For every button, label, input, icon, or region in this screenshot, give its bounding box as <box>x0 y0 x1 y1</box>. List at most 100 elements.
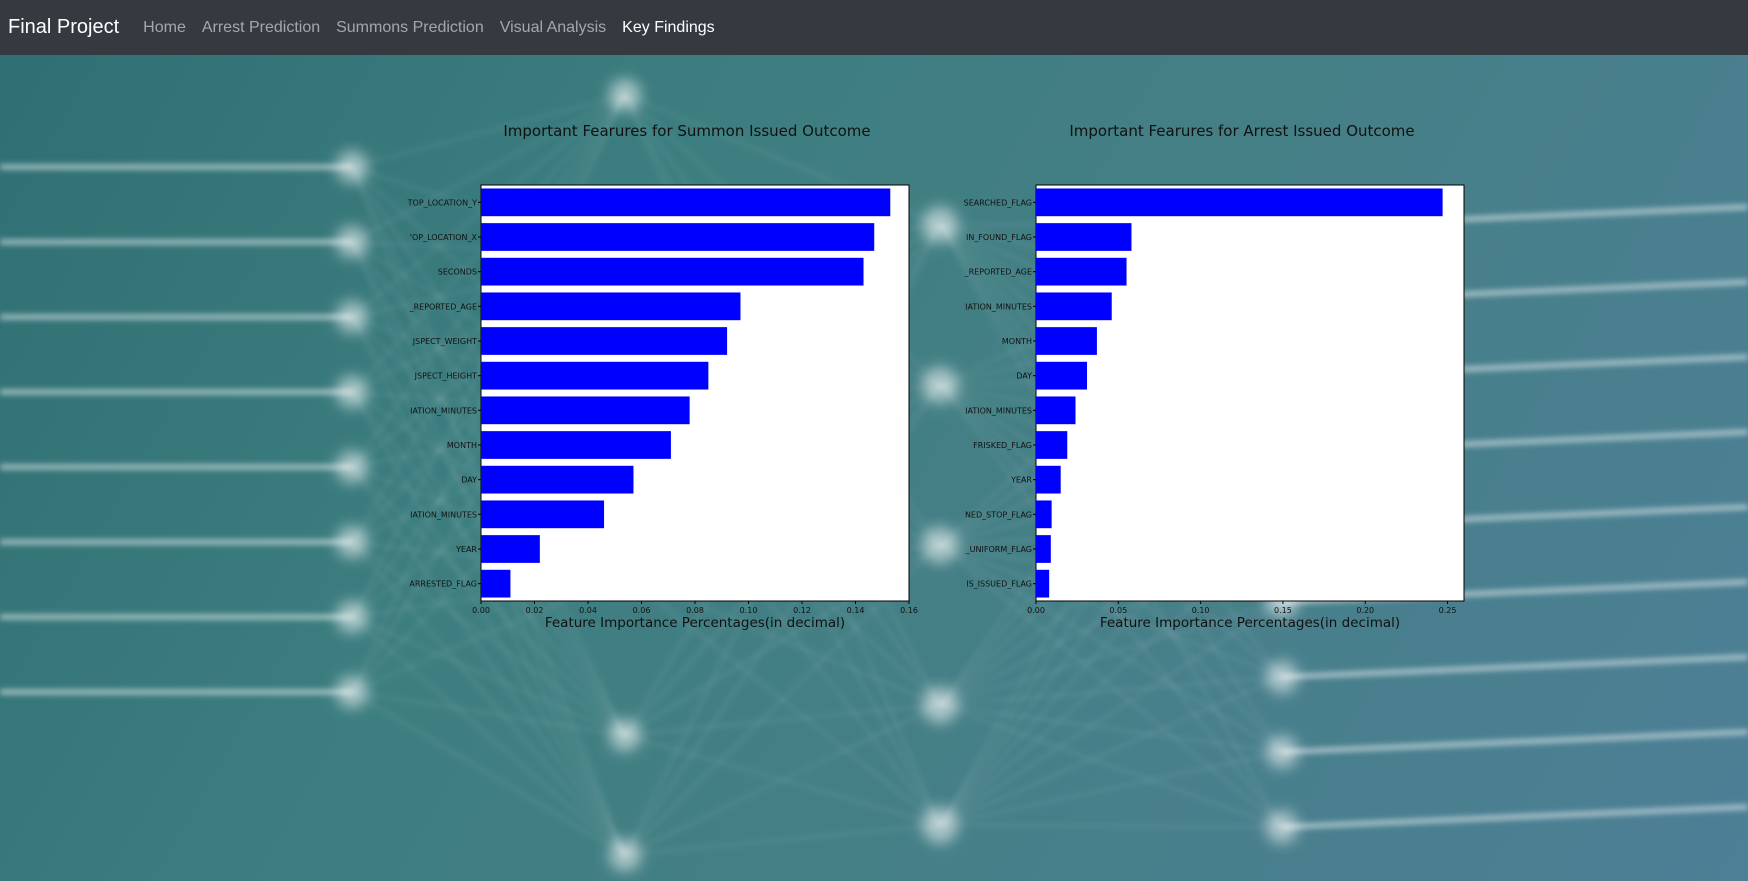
y-tick-label-4: JSPECT_WEIGHT <box>412 337 477 346</box>
bg-mesh-120 <box>939 676 1283 826</box>
y-tick-label-8: YEAR <box>1010 476 1032 485</box>
y-tick-label-0: TOP_LOCATION_Y <box>407 198 477 207</box>
nav-summons-prediction[interactable]: Summons Prediction <box>336 19 484 37</box>
x-tick-label-8: 0.16 <box>900 606 918 615</box>
y-tick-label-1: 'OP_LOCATION_X <box>410 233 478 242</box>
y-tick-label-9: NED_STOP_FLAG <box>965 510 1032 519</box>
bar-1 <box>1036 223 1132 251</box>
bg-mesh-76 <box>624 704 941 856</box>
y-tick-label-3: IATION_MINUTES <box>965 302 1032 311</box>
arrest-feature-importance-chart: Important Fearures for Arrest Issued Out… <box>935 55 1495 655</box>
y-tick-label-5: DAY <box>1016 372 1032 381</box>
nav-visual-analysis[interactable]: Visual Analysis <box>500 19 606 37</box>
nav-arrest-prediction[interactable]: Arrest Prediction <box>202 19 320 37</box>
bar-2 <box>481 257 864 286</box>
y-tick-label-11: IS_ISSUED_FLAG <box>966 580 1032 589</box>
chart-title: Important Fearures for Summon Issued Out… <box>503 122 870 140</box>
y-tick-label-2: _REPORTED_AGE <box>964 268 1032 277</box>
bg-node-mid-5 <box>609 839 641 871</box>
bg-node-left-5 <box>336 526 368 558</box>
bar-5 <box>1036 361 1088 390</box>
x-tick-label-6: 0.12 <box>793 606 811 615</box>
summons-chart-svg: Important Fearures for Summon Issued Out… <box>407 122 918 631</box>
bg-mesh-111 <box>939 676 1283 706</box>
y-tick-label-7: MONTH <box>447 441 477 450</box>
bg-node-mid-4 <box>609 719 641 751</box>
bar-10 <box>1036 535 1051 563</box>
x-tick-label-0: 0.00 <box>1027 606 1045 615</box>
bar-4 <box>1036 327 1097 355</box>
bar-6 <box>1036 396 1076 425</box>
bar-3 <box>1036 292 1112 321</box>
nav-key-findings[interactable]: Key Findings <box>622 19 715 37</box>
bar-1 <box>481 223 875 251</box>
y-tick-label-6: IATION_MINUTES <box>965 406 1032 415</box>
y-tick-label-10: YEAR <box>455 545 477 554</box>
bg-node-left-2 <box>336 301 368 333</box>
y-tick-label-10: _UNIFORM_FLAG <box>965 545 1032 554</box>
bg-node-left-7 <box>336 676 368 708</box>
y-tick-label-11: ARRESTED_FLAG <box>409 580 477 589</box>
y-tick-label-9: IATION_MINUTES <box>410 510 477 519</box>
bar-4 <box>481 327 728 355</box>
x-tick-label-2: 0.04 <box>579 606 597 615</box>
y-tick-label-4: MONTH <box>1002 337 1032 346</box>
x-tick-label-3: 0.06 <box>633 606 651 615</box>
arrest-chart-svg: Important Fearures for Arrest Issued Out… <box>964 122 1465 631</box>
bar-7 <box>1036 431 1068 459</box>
bar-5 <box>481 361 709 390</box>
bg-node-mid2-3 <box>922 687 958 723</box>
bar-0 <box>481 188 891 217</box>
x-tick-label-0: 0.00 <box>472 606 490 615</box>
x-tick-label-4: 0.08 <box>686 606 704 615</box>
bg-mesh-113 <box>939 704 1283 828</box>
bg-node-right-6 <box>1266 661 1298 693</box>
x-tick-label-4: 0.20 <box>1356 606 1374 615</box>
bg-mesh-71 <box>624 704 941 736</box>
bg-node-left-1 <box>336 226 368 258</box>
bg-mesh-122 <box>939 824 1283 828</box>
x-tick-label-5: 0.10 <box>740 606 758 615</box>
bg-node-mid2-4 <box>922 807 958 843</box>
brand-link[interactable]: Final Project <box>8 16 119 39</box>
summons-feature-importance-chart: Important Fearures for Summon Issued Out… <box>380 55 940 655</box>
bar-8 <box>1036 465 1061 494</box>
bar-10 <box>481 535 540 563</box>
x-tick-label-1: 0.02 <box>526 606 544 615</box>
bg-node-right-7 <box>1266 736 1298 768</box>
x-tick-label-2: 0.10 <box>1192 606 1210 615</box>
x-tick-label-1: 0.05 <box>1109 606 1127 615</box>
bg-line-right-7 <box>1281 729 1748 755</box>
bg-line-right-8 <box>1281 804 1748 830</box>
x-axis-label: Feature Importance Percentages(in decima… <box>1100 615 1400 631</box>
bg-node-left-4 <box>336 451 368 483</box>
x-tick-label-7: 0.14 <box>847 606 865 615</box>
bar-2 <box>1036 257 1127 286</box>
bg-node-right-8 <box>1266 811 1298 843</box>
x-axis-label: Feature Importance Percentages(in decima… <box>545 615 845 631</box>
bar-11 <box>481 569 511 598</box>
y-tick-label-6: IATION_MINUTES <box>410 406 477 415</box>
bar-6 <box>481 396 690 425</box>
bg-mesh-121 <box>939 751 1283 826</box>
y-tick-label-7: FRISKED_FLAG <box>973 441 1032 450</box>
nav-home[interactable]: Home <box>143 19 186 37</box>
top-navbar: Final Project Home Arrest Prediction Sum… <box>0 0 1748 55</box>
x-tick-label-5: 0.25 <box>1439 606 1457 615</box>
y-tick-label-2: SECONDS <box>438 268 477 277</box>
bar-8 <box>481 465 634 494</box>
y-tick-label-1: IN_FOUND_FLAG <box>966 233 1032 242</box>
bar-0 <box>1036 188 1443 217</box>
bg-node-left-3 <box>336 376 368 408</box>
bar-11 <box>1036 569 1050 598</box>
bg-mesh-77 <box>624 824 941 856</box>
y-tick-label-5: JSPECT_HEIGHT <box>414 372 477 381</box>
x-tick-label-3: 0.15 <box>1274 606 1292 615</box>
chart-title: Important Fearures for Arrest Issued Out… <box>1069 122 1414 140</box>
bg-node-left-6 <box>336 601 368 633</box>
bar-3 <box>481 292 741 321</box>
y-tick-label-8: DAY <box>461 476 477 485</box>
bg-node-left-0 <box>336 151 368 183</box>
y-tick-label-3: _REPORTED_AGE <box>409 302 477 311</box>
bar-9 <box>481 500 605 529</box>
